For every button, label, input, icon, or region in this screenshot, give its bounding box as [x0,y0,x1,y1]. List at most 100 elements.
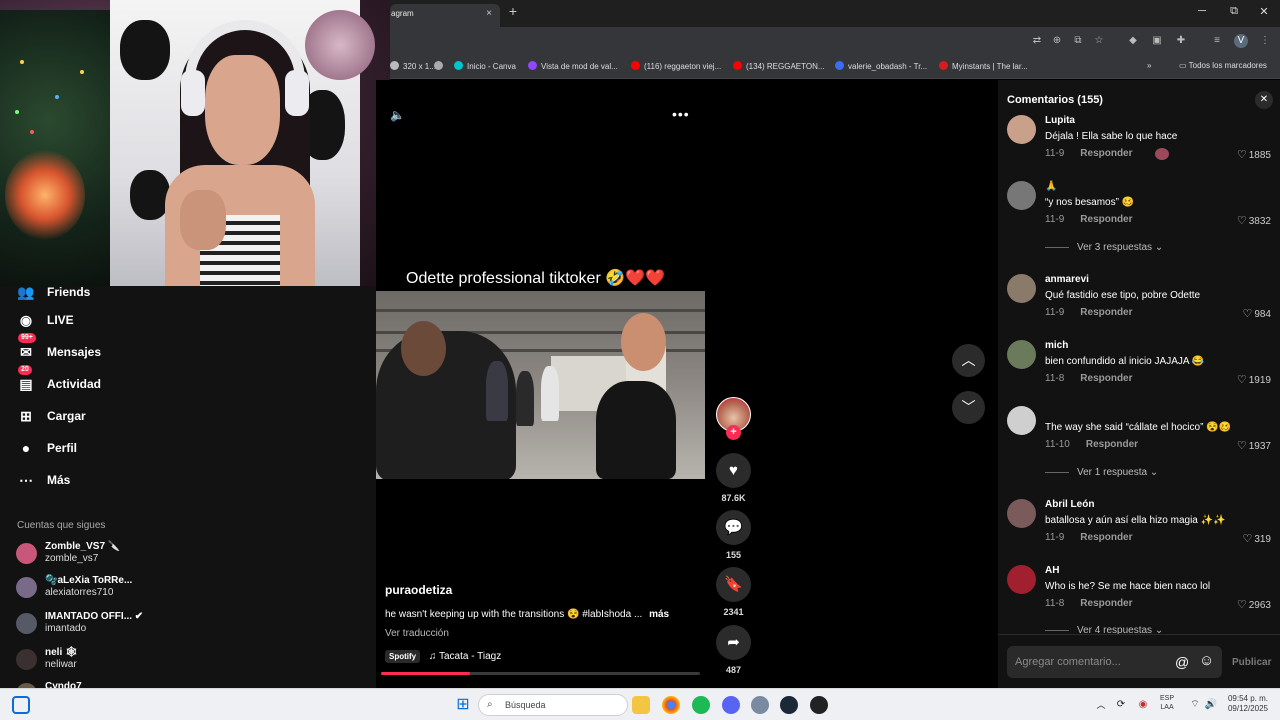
previous-video-chevron-up-icon[interactable]: ︿ [952,344,985,377]
volume-icon[interactable]: 🔈 [390,108,405,122]
comment-like-button[interactable]: ♡ 984 [1242,307,1271,320]
bookmark-star-icon[interactable]: ☆ [1092,34,1106,48]
zoom-icon[interactable]: ⊕ [1050,34,1064,48]
bookmarks-bar: 320 x 1... Inicio - Canva Vista de mod de … [390,55,1280,79]
comment-username[interactable]: AH [1045,565,1059,576]
reply-button[interactable]: Responder [1086,439,1138,450]
spotify-badge: Spotify [385,650,421,663]
like-heart-icon[interactable]: ♥ [716,453,751,488]
music-info[interactable]: Spotify ♫ Tacata - Tiagz [385,650,501,666]
widgets-icon[interactable] [12,696,30,714]
comment-username[interactable]: mich [1045,340,1068,351]
browser-menu-icon[interactable]: ⋮ [1258,34,1272,48]
mention-at-icon[interactable]: @ [1175,654,1189,670]
settings-gear-icon[interactable] [751,696,769,714]
browser-tab[interactable]: agram × [390,4,500,27]
bookmark-item[interactable]: (116) reggaeton viej... [631,61,721,71]
tree-light [20,60,24,64]
post-comment-button[interactable]: Publicar [1232,657,1271,668]
reply-button[interactable]: Responder [1080,532,1132,543]
chrome-icon[interactable] [662,696,680,714]
discord-icon[interactable] [722,696,740,714]
comment-bubble-icon[interactable]: 💬 [716,510,751,545]
video-author[interactable]: puraodetiza [385,583,452,597]
install-icon[interactable]: ⧉ [1071,34,1085,48]
video-progress-bar[interactable] [381,672,700,675]
comment-like-button[interactable]: ♡ 2963 [1237,598,1271,611]
bookmark-item[interactable]: Myinstants | The lar... [939,61,1028,71]
taskbar-clock[interactable]: 09:54 p. m. 09/12/2025 [1222,694,1268,714]
comment-count: 155 [725,550,742,560]
bystander [516,371,534,426]
reply-button[interactable]: Responder [1080,373,1132,384]
comment-username[interactable]: Lupita [1045,115,1075,126]
avatar[interactable] [1007,340,1036,369]
follow-plus-icon[interactable]: + [726,425,741,440]
emoji-icon[interactable]: ☺ [1199,652,1214,669]
bookmark-item[interactable]: (134) REGGAETON... [733,61,825,71]
minimize-button[interactable]: ─ [1195,5,1209,17]
bookmark-item[interactable]: Vista de mod de val... [528,61,618,71]
tray-app-icon[interactable]: ⟳ [1112,696,1130,714]
reply-button[interactable]: Responder [1080,307,1132,318]
app-icon[interactable] [810,696,828,714]
comment-like-button[interactable]: ♡ 3832 [1237,214,1271,227]
file-explorer-icon[interactable] [632,696,650,714]
all-bookmarks-button[interactable]: ▭ Todos los marcadores [1179,61,1267,70]
comment-text: batallosa y aún así ella hizo magia ✨✨ [1045,515,1226,526]
comment-like-button[interactable]: ♡ 1937 [1237,439,1271,452]
view-replies-button[interactable]: Ver 1 respuesta ⌄ [1045,467,1158,478]
maximize-button[interactable]: ⧉ [1227,5,1241,18]
comment-username[interactable]: anmarevi [1045,274,1089,285]
taskbar-search[interactable]: ⌕ Búsqueda [478,694,628,716]
reply-button[interactable]: Responder [1080,148,1132,159]
comment-input[interactable] [1007,646,1222,678]
bookmark-item[interactable]: Inicio - Canva [454,61,516,71]
bookmark-item[interactable]: valerie_obadash - Tr... [835,61,927,71]
bookmarks-overflow-icon[interactable]: » [1147,61,1151,70]
translate-icon[interactable]: ⇄ [1030,34,1044,48]
more-options-icon[interactable]: ••• [672,106,690,122]
bookmark-icon[interactable]: 🔖 [716,567,751,602]
tray-chevron-up-icon[interactable]: ︿ [1092,696,1110,714]
share-arrow-icon[interactable]: ➦ [716,625,751,660]
avatar[interactable] [1007,274,1036,303]
tab-search-icon[interactable]: ≡ [1210,34,1224,48]
next-video-chevron-down-icon[interactable]: ﹀ [952,391,985,424]
avatar[interactable] [1007,565,1036,594]
comment-like-button[interactable]: ♡ 1919 [1237,373,1271,386]
bookmark-item[interactable] [434,61,447,71]
new-tab-button[interactable]: + [506,3,520,21]
bookmark-item[interactable]: 320 x 1... [390,61,436,71]
description-more-link[interactable]: más [649,609,669,620]
start-windows-icon[interactable]: ⊞ [454,696,472,714]
reply-button[interactable]: Responder [1080,214,1132,225]
steam-icon[interactable] [780,696,798,714]
tab-close-icon[interactable]: × [486,4,492,24]
avatar[interactable] [1007,115,1036,144]
extension-box-icon[interactable]: ▣ [1150,34,1164,48]
spotify-icon[interactable] [692,696,710,714]
close-comments-icon[interactable]: ✕ [1255,91,1273,109]
comment-like-button[interactable]: ♡ 319 [1242,532,1271,545]
comment-username[interactable]: Abril León [1045,499,1094,510]
reply-button[interactable]: Responder [1080,598,1132,609]
save-count: 2341 [723,607,744,617]
tray-security-icon[interactable]: ◉ [1134,696,1152,714]
creator-liked-badge [1155,148,1169,160]
view-replies-label: Ver 3 respuestas [1077,242,1153,253]
profile-avatar-icon[interactable]: V [1234,34,1248,48]
comment-like-button[interactable]: ♡ 1885 [1237,148,1271,161]
extensions-puzzle-icon[interactable]: ✚ [1174,34,1188,48]
speaker-icon[interactable]: 🔊 [1202,696,1220,714]
translate-link[interactable]: Ver traducción [385,628,449,639]
language-indicator[interactable]: ESP LAA [1160,694,1174,712]
avatar[interactable] [1007,406,1036,435]
close-window-button[interactable]: ✕ [1257,5,1271,18]
video-player[interactable] [376,291,705,479]
avatar[interactable] [1007,181,1036,210]
extension-diamond-icon[interactable]: ◆ [1126,34,1140,48]
view-replies-button[interactable]: Ver 3 respuestas ⌄ [1045,242,1163,253]
comment-username[interactable]: 🙏 [1045,181,1057,192]
avatar[interactable] [1007,499,1036,528]
